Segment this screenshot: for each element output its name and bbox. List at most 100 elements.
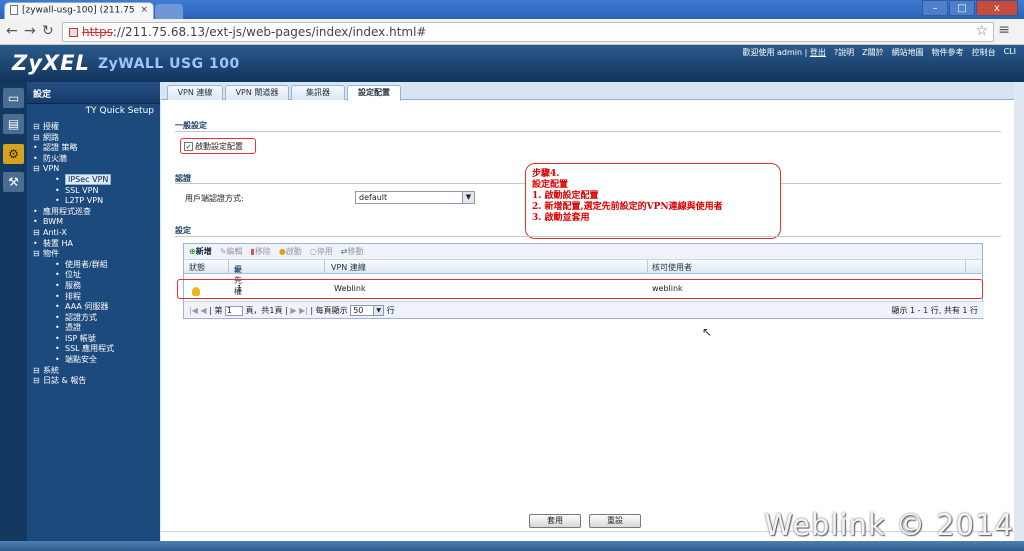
- activate-label: 啟動: [285, 247, 302, 256]
- add-button[interactable]: ⊕新增: [189, 246, 212, 257]
- bullet-icon: •: [55, 259, 60, 269]
- tab-vpn-connection[interactable]: VPN 連線: [167, 85, 223, 100]
- sidebar-item-22[interactable]: • 端點安全: [33, 355, 158, 366]
- client-auth-select[interactable]: default ▼: [355, 191, 475, 204]
- bullet-icon: •: [55, 280, 60, 290]
- sidebar-item-7[interactable]: • L2TP VPN: [33, 196, 158, 207]
- sidebar-item-14[interactable]: • 位址: [33, 270, 158, 281]
- edit-button[interactable]: ✎編輯: [220, 246, 243, 257]
- sidebar-item-13[interactable]: • 使用者/群組: [33, 260, 158, 271]
- url-input[interactable]: https://211.75.68.13/ext-js/web-pages/in…: [62, 22, 994, 42]
- collapse-icon: ⊟: [33, 122, 40, 131]
- maximize-button[interactable]: □: [949, 0, 975, 16]
- per-page-select[interactable]: 50 ▼: [350, 305, 385, 316]
- sidebar-item-12[interactable]: ⊟ 物件: [33, 249, 158, 260]
- activate-button[interactable]: ●啟動: [279, 246, 302, 257]
- console-link[interactable]: 控制台: [972, 47, 996, 58]
- sidebar-item-24[interactable]: ⊟ 日誌 & 報告: [33, 376, 158, 387]
- callout-line: 設定配置: [532, 180, 569, 190]
- sidebar-item-6[interactable]: • SSL VPN: [33, 186, 158, 197]
- sidebar-item-15[interactable]: • 服務: [33, 281, 158, 292]
- bullet-icon: •: [33, 217, 38, 227]
- add-label: 新增: [195, 247, 212, 256]
- forward-arrow-icon[interactable]: →: [24, 23, 36, 39]
- sidebar-item-20[interactable]: • ISP 帳號: [33, 334, 158, 345]
- bullet-icon: •: [55, 196, 60, 206]
- enable-configuration-checkbox[interactable]: ✓ 啟動設定配置: [180, 138, 256, 154]
- monitor-icon[interactable]: ▤: [3, 114, 24, 134]
- page-input[interactable]: 1: [224, 305, 243, 316]
- next-page-icon[interactable]: ▶: [290, 306, 296, 315]
- sidebar-item-0[interactable]: ⊟ 授權: [33, 122, 158, 133]
- table-header: 狀態 優先權 ▲ VPN 連線 核可使用者: [184, 260, 982, 296]
- sidebar-item-8[interactable]: • 應用程式巡查: [33, 207, 158, 218]
- tab-close-icon[interactable]: ×: [140, 5, 148, 15]
- reset-button[interactable]: 重設: [589, 514, 641, 528]
- move-button[interactable]: ⇄移動: [341, 246, 364, 257]
- sidebar-item-2[interactable]: • 認證 策略: [33, 143, 158, 154]
- tab-vpn-gateway[interactable]: VPN 閘道器: [225, 85, 289, 100]
- column-status[interactable]: 狀態: [189, 262, 205, 273]
- app-header: ZyXEL ZyWALL USG 100 歡迎使用 admin | 登出 ?說明…: [0, 45, 1024, 82]
- prev-page-icon[interactable]: ◀: [200, 306, 206, 315]
- tab-strip: VPN 連線 VPN 閘道器 集訊器 設定配置: [161, 82, 1014, 101]
- sidebar-item-10[interactable]: ⊟ Anti-X: [33, 228, 158, 239]
- tab-concentrator[interactable]: 集訊器: [291, 85, 345, 100]
- bullet-icon: •: [55, 312, 60, 322]
- enable-configuration-label: 啟動設定配置: [195, 142, 243, 151]
- pager-info: 顯示 1 - 1 行, 共有 1 行: [891, 306, 979, 315]
- sidebar-item-label: 端點安全: [65, 355, 97, 365]
- first-page-icon[interactable]: |◀: [189, 306, 198, 315]
- help-link[interactable]: ?說明: [834, 47, 854, 58]
- sidebar-item-23[interactable]: ⊟ 系統: [33, 366, 158, 377]
- browser-menu-icon[interactable]: ≡: [998, 22, 1010, 38]
- sidebar-item-5[interactable]: • IPSec VPN: [33, 173, 158, 186]
- sidebar-item-label: 網路: [43, 132, 59, 142]
- quick-setup-link[interactable]: ƬY Quick Setup: [86, 106, 154, 116]
- dashboard-icon[interactable]: ▭: [3, 88, 24, 108]
- column-separator: [647, 260, 648, 274]
- remove-button[interactable]: ▮移除: [250, 246, 270, 257]
- close-window-button[interactable]: x: [976, 0, 1018, 16]
- chevron-down-icon[interactable]: ▼: [462, 192, 474, 203]
- configuration-gear-icon[interactable]: ⚙: [3, 144, 24, 164]
- new-tab-button[interactable]: [155, 4, 183, 19]
- chevron-down-icon[interactable]: ▼: [373, 306, 384, 315]
- reload-icon[interactable]: ↻: [42, 23, 54, 39]
- quick-setup-label: Quick Setup: [99, 106, 154, 116]
- sidebar-item-1[interactable]: ⊟ 網路: [33, 133, 158, 144]
- sidebar-item-16[interactable]: • 排程: [33, 292, 158, 303]
- browser-tab[interactable]: [zywall-usg-100] (211.75 ×: [4, 2, 154, 19]
- sidebar-item-21[interactable]: • SSL 應用程式: [33, 344, 158, 355]
- sidebar-item-17[interactable]: • AAA 伺服器: [33, 302, 158, 313]
- deactivate-button[interactable]: ○停用: [310, 246, 333, 257]
- sidebar-item-11[interactable]: • 裝置 HA: [33, 239, 158, 250]
- column-vpn-connection[interactable]: VPN 連線: [331, 262, 366, 273]
- instruction-callout: 步驟4. 設定配置 1. 啟動設定配置 2. 新增配置,選定先前設定的VPN連線與使用…: [525, 163, 781, 239]
- sidebar-item-3[interactable]: • 防火牆: [33, 154, 158, 165]
- back-arrow-icon[interactable]: ←: [6, 23, 18, 39]
- sidebar-item-19[interactable]: • 憑證: [33, 323, 158, 334]
- sidebar-item-18[interactable]: • 認證方式: [33, 313, 158, 324]
- object-reference-link[interactable]: 物件參考: [932, 47, 964, 58]
- sort-asc-icon: ▲: [234, 264, 241, 273]
- apply-button[interactable]: 套用: [529, 514, 581, 528]
- maintenance-icon[interactable]: ⚒: [3, 172, 24, 192]
- cli-link[interactable]: CLI: [1004, 47, 1016, 58]
- sidebar-item-label: 授權: [43, 122, 59, 131]
- tab-configuration-provisioning[interactable]: 設定配置: [347, 85, 401, 101]
- last-page-icon[interactable]: ▶|: [299, 306, 308, 315]
- bookmark-star-icon[interactable]: ☆: [975, 23, 988, 39]
- collapse-icon: ⊟: [33, 365, 40, 375]
- sidebar-item-9[interactable]: • BWM: [33, 217, 158, 228]
- sidebar-item-label: Anti-X: [43, 227, 67, 237]
- collapse-icon: ⊟: [33, 227, 40, 237]
- zyxel-logo: ZyXEL: [12, 51, 90, 75]
- minimize-button[interactable]: –: [922, 0, 948, 16]
- sidebar-item-label: 系統: [43, 365, 59, 375]
- sidebar-item-label: 物件: [43, 249, 59, 259]
- logout-link[interactable]: 登出: [810, 48, 826, 57]
- column-allowed-users[interactable]: 核可使用者: [652, 262, 692, 273]
- sitemap-link[interactable]: 網站地圖: [892, 47, 924, 58]
- about-link[interactable]: Z關於: [862, 47, 883, 58]
